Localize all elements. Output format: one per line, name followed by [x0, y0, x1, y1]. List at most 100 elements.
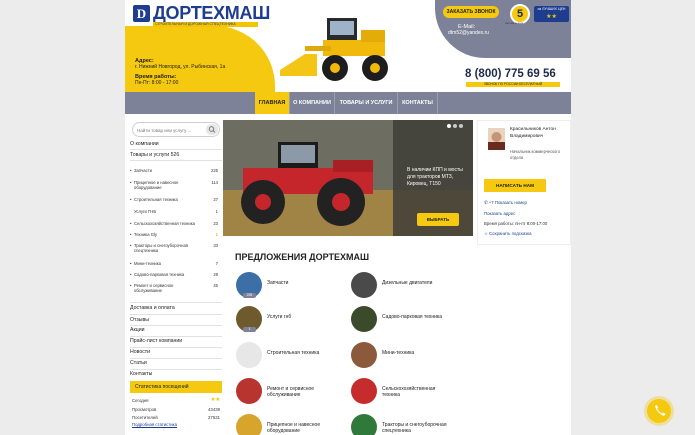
sidebar-link-contacts[interactable]: Контакты	[130, 371, 222, 377]
offer-item[interactable]: Сельскохозяйственная техника	[338, 378, 453, 408]
stats-details-link[interactable]: Подробная статистика	[132, 422, 177, 427]
sidebar-link-reviews[interactable]: Отзывы	[130, 317, 222, 323]
sidebar-link-promos[interactable]: Акции	[130, 327, 222, 333]
category-count: 28	[213, 272, 218, 277]
category-count: 1	[215, 209, 218, 214]
manager-hours: Время работы: пн-пт 8:00-17:00	[484, 221, 548, 226]
divider	[130, 336, 222, 337]
write-us-button[interactable]: НАПИСАТЬ НАМ	[484, 179, 546, 192]
category-item[interactable]: • Садово-парковая техника 28	[130, 272, 222, 277]
award-text: из ЛУЧШИХ ЦЕН	[537, 7, 566, 11]
offer-item[interactable]: Тракторы и снегоуборочная спецтехника	[338, 414, 453, 435]
sidebar-link-articles[interactable]: Статьи	[130, 360, 222, 366]
category-item[interactable]: • Строительная техника 27	[130, 197, 222, 202]
award-badge: из ЛУЧШИХ ЦЕН ★★	[534, 6, 569, 22]
category-label: Услуги ГНБ	[134, 209, 157, 214]
offer-item[interactable]: Прицепное и навесное оборудование	[223, 414, 338, 435]
show-email-link[interactable]: Показать адрес	[484, 211, 515, 216]
carousel-dots	[447, 124, 465, 130]
category-label: Техника Gly	[134, 232, 158, 237]
category-label: Садово-парковая техника	[134, 272, 185, 277]
offer-label: Садово-парковая техника	[382, 314, 442, 320]
page: D ДОРТЕХМАШ СТРОИТЕЛЬНАЯ И ДОРОЖНАЯ СПЕЦ…	[125, 0, 571, 435]
category-item[interactable]: Услуги ГНБ 1	[130, 209, 222, 214]
category-count: 45	[213, 283, 218, 288]
offer-label: Ремонт и сервисное обслуживание	[267, 386, 315, 398]
offer-item[interactable]: Дизельные двигатели	[338, 272, 453, 302]
save-hint-link[interactable]: ☆ Сохранить подсказка	[484, 231, 532, 237]
stat-label: Посетителей	[132, 415, 158, 420]
phone-icon	[655, 405, 666, 416]
category-item[interactable]: • Техника Gly 1	[130, 232, 222, 237]
offer-item[interactable]: 225 Запчасти	[223, 272, 338, 302]
stat-value: 43439	[208, 407, 220, 412]
hero-text: В наличии КПП и мосты для тракторов МТЗ,…	[407, 167, 463, 187]
offer-item[interactable]: Садово-парковая техника	[338, 306, 453, 336]
search-input[interactable]	[137, 126, 205, 134]
category-item[interactable]: • Мини-техника 7	[130, 261, 222, 266]
show-phone-link[interactable]: ✆ +7 Показать номер	[484, 200, 527, 206]
carousel-dot[interactable]	[453, 124, 457, 128]
category-item[interactable]: • Запчасти 225	[130, 168, 222, 173]
category-count: 33	[213, 243, 218, 248]
stat-value: ★★	[210, 397, 220, 403]
sidebar-link-news[interactable]: Новости	[130, 349, 222, 355]
carousel-dot[interactable]	[459, 124, 463, 128]
stat-views: Просмотров 43439	[132, 407, 220, 412]
nav-item-about[interactable]: О КОМПАНИИ	[290, 92, 335, 114]
wheel-loader-image	[280, 18, 388, 81]
address: г. Нижний Новгород, ул. Рыбинская, 1а	[135, 64, 226, 70]
offers-title: ПРЕДЛОЖЕНИЯ ДОРТЕХМАШ	[235, 252, 369, 262]
category-item[interactable]: • Ремонт и сервисное обслуживание 45	[130, 283, 222, 293]
sidebar-link-goods[interactable]: Товары и услуги 526	[130, 152, 222, 158]
sidebar-link-pricelist[interactable]: Прайс-лист компании	[130, 338, 222, 344]
logo[interactable]: D ДОРТЕХМАШ СТРОИТЕЛЬНАЯ И ДОРОЖНАЯ СПЕЦ…	[133, 3, 270, 31]
email-block: E-Mail: dtm52@yandex.ru	[448, 24, 489, 36]
offer-item[interactable]: Ремонт и сервисное обслуживание	[223, 378, 338, 408]
category-count: 27	[213, 197, 218, 202]
hours: Пн-Пт: 8:00 - 17:00	[135, 80, 179, 86]
order-call-button[interactable]: ЗАКАЗАТЬ ЗВОНОК	[443, 6, 499, 18]
offer-count: 1	[243, 327, 256, 332]
offer-label: Тракторы и снегоуборочная спецтехника	[382, 422, 447, 434]
category-item[interactable]: • Прицепное и навесное оборудование 114	[130, 180, 222, 190]
nav-item-home[interactable]: ГЛАВНАЯ	[255, 92, 290, 114]
offers-section: ПРЕДЛОЖЕНИЯ ДОРТЕХМАШ 225 Запчасти Дизел…	[223, 242, 473, 435]
search-icon	[208, 126, 216, 133]
category-label: Ремонт и сервисное обслуживание	[134, 283, 174, 293]
phone-number[interactable]: 8 (800) 775 69 56	[465, 68, 556, 80]
callback-widget-button[interactable]	[647, 399, 671, 423]
email-link[interactable]: dtm52@yandex.ru	[448, 30, 489, 36]
sidebar-link-delivery[interactable]: Доставка и оплата	[130, 305, 222, 311]
stat-today: Сегодня ★★	[132, 397, 220, 403]
category-label: Тракторы и снегоуборочная спецтехника	[134, 243, 189, 253]
stat-label: Просмотров	[132, 407, 157, 412]
divider	[130, 302, 222, 303]
sidebar-link-about[interactable]: О компании	[130, 141, 222, 147]
offer-item[interactable]: 1 Услуги гнб	[223, 306, 338, 336]
offer-image	[351, 272, 377, 298]
category-label: Запчасти	[134, 168, 152, 173]
stat-visitors: Посетителей 27531	[132, 415, 220, 420]
award-stars: ★★	[546, 14, 557, 20]
carousel-dot[interactable]	[447, 124, 451, 128]
offer-label: Прицепное и навесное оборудование	[267, 422, 321, 434]
hero-choose-button[interactable]: ВЫБРАТЬ	[417, 213, 459, 226]
nav-item-contacts[interactable]: КОНТАКТЫ	[398, 92, 438, 114]
category-count: 114	[211, 180, 218, 185]
offer-item[interactable]: Мини-техника	[338, 342, 453, 372]
search-button[interactable]	[206, 124, 218, 135]
nav-item-goods[interactable]: ТОВАРЫ И УСЛУГИ	[335, 92, 398, 114]
manager-name: Красильников Антон Владимирович	[510, 127, 556, 139]
divider	[130, 369, 222, 370]
offer-image	[351, 414, 377, 435]
category-item[interactable]: • Сельскохозяйственная техника 23	[130, 221, 222, 226]
divider	[130, 314, 222, 315]
hero-banner[interactable]: В наличии КПП и мосты для тракторов МТЗ,…	[223, 120, 473, 236]
show-phone-label: +7 Показать номер	[488, 200, 527, 205]
search-box	[132, 122, 220, 137]
phone-caption: ЗВОНОК ПО РОССИИ БЕСПЛАТНЫЙ	[466, 82, 560, 87]
offer-count: 225	[243, 293, 256, 298]
category-item[interactable]: • Тракторы и снегоуборочная спецтехника 33	[130, 243, 222, 253]
offer-item[interactable]: Строительная техника	[223, 342, 338, 372]
